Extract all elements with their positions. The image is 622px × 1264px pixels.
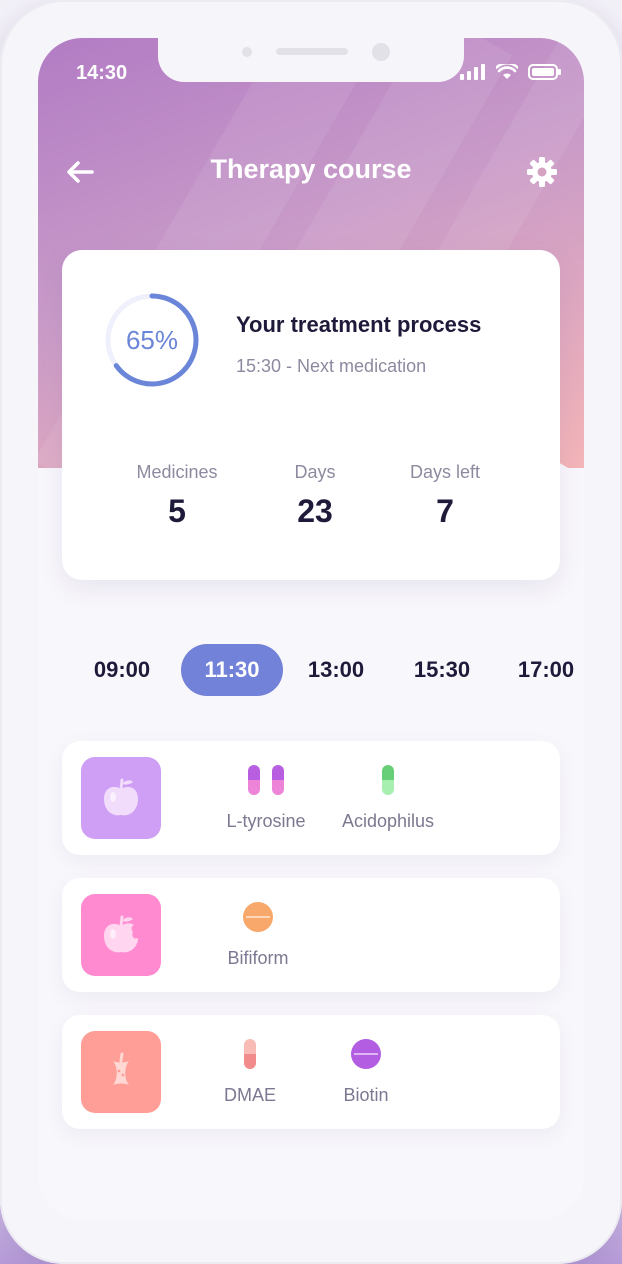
schedule-row[interactable]: L-tyrosine Acidophilus	[62, 741, 560, 855]
food-tile	[81, 1031, 161, 1113]
stat-days: Days 23	[240, 462, 390, 530]
next-medication: 15:30 - Next medication	[236, 356, 427, 376]
food-tile	[81, 757, 161, 839]
treatment-summary-card: 65% Your treatment process 15:30 - Next …	[62, 250, 560, 580]
battery-icon	[528, 64, 561, 80]
time-option[interactable]: 13:00	[296, 644, 376, 696]
schedule-row[interactable]: Bifiform	[62, 878, 560, 992]
medication-item[interactable]: L-tyrosine	[206, 763, 326, 832]
stat-value: 7	[436, 493, 454, 529]
apple-core-icon	[113, 1052, 129, 1085]
settings-button[interactable]	[526, 156, 558, 188]
round-pill-icon	[306, 1037, 426, 1071]
time-option[interactable]: 17:00	[506, 644, 584, 696]
gear-icon	[527, 157, 557, 187]
stat-days-left: Days left 7	[370, 462, 520, 530]
signal-icon	[460, 64, 485, 80]
status-time: 14:30	[76, 62, 128, 84]
device-notch	[158, 38, 464, 82]
schedule-row[interactable]: DMAE Biotin	[62, 1015, 560, 1129]
stat-label: Days left	[409, 462, 481, 482]
medication-name: DMAE	[223, 1085, 276, 1105]
stat-value: 23	[297, 493, 333, 529]
stat-value: 5	[168, 493, 186, 529]
bitten-apple-icon	[104, 915, 138, 953]
medication-item[interactable]: Bifiform	[198, 900, 318, 969]
medication-name: Biotin	[343, 1085, 389, 1105]
medication-name: Acidophilus	[341, 811, 435, 831]
app-screen: 14:30 Therapy course 65% Your treatment …	[38, 38, 584, 1220]
medication-name: L-tyrosine	[226, 811, 306, 831]
stat-label: Days	[294, 462, 336, 482]
time-option[interactable]: 15:30	[402, 644, 482, 696]
medication-item[interactable]: DMAE	[190, 1037, 310, 1106]
stat-label: Medicines	[136, 462, 218, 482]
medication-item[interactable]: Biotin	[306, 1037, 426, 1106]
round-pill-icon	[198, 900, 318, 934]
medication-name: Bifiform	[227, 948, 289, 968]
medication-item[interactable]: Acidophilus	[328, 763, 448, 832]
time-selector: 09:00 11:30 13:00 15:30 17:00	[38, 644, 584, 698]
page-title: Therapy course	[210, 154, 412, 184]
apple-icon	[104, 778, 138, 816]
progress-percent: 65%	[125, 324, 179, 355]
time-option-selected[interactable]: 11:30	[181, 644, 283, 696]
wifi-icon	[496, 64, 518, 79]
card-title: Your treatment process	[236, 312, 482, 337]
time-option[interactable]: 09:00	[82, 644, 162, 696]
capsule-icon	[328, 763, 448, 797]
stat-medicines: Medicines 5	[102, 462, 252, 530]
food-tile	[81, 894, 161, 976]
capsule-icon	[190, 1037, 310, 1071]
capsule-pair-icon	[206, 763, 326, 797]
status-icons	[460, 64, 562, 80]
